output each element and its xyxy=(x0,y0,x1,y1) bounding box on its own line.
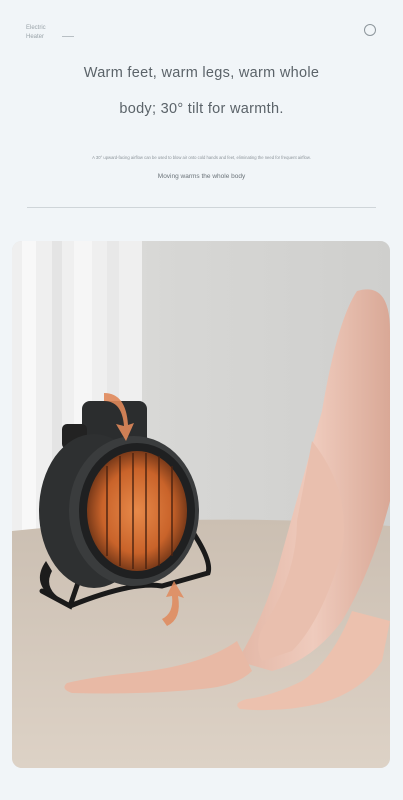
circle-outline-icon[interactable] xyxy=(364,24,376,36)
brand-line-1: Electric xyxy=(26,25,46,31)
divider xyxy=(27,207,376,208)
brand-dash xyxy=(62,36,74,37)
brand-label: Electric Heater xyxy=(26,24,46,42)
headline: Warm feet, warm legs, warm whole body; 3… xyxy=(0,62,403,120)
description-text: A 30° upward-facing airflow can be used … xyxy=(92,155,311,160)
subheading: Moving warms the whole body xyxy=(157,173,246,180)
headline-line-1: Warm feet, warm legs, warm whole xyxy=(83,65,320,81)
brand-line-2: Heater xyxy=(26,34,45,40)
product-photo xyxy=(12,241,390,768)
headline-line-2: body; 30° tilt for warmth. xyxy=(119,101,284,117)
